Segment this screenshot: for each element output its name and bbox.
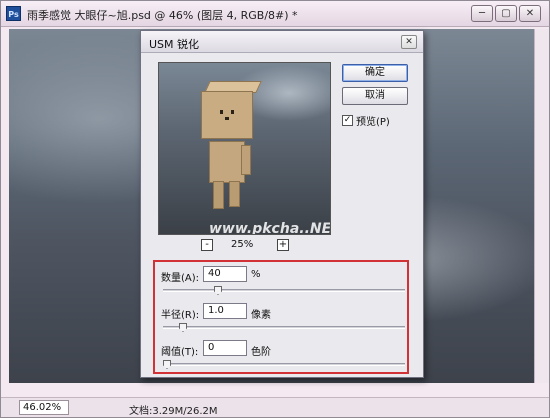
radius-label: 半径(R): xyxy=(161,310,200,321)
threshold-slider-thumb[interactable] xyxy=(163,360,171,369)
dialog-close-button[interactable]: ✕ xyxy=(401,35,417,49)
robot-leg-left xyxy=(213,181,224,209)
dialog-titlebar[interactable]: USM 锐化 ✕ xyxy=(141,31,423,53)
watermark-text: www.pkcha..NET xyxy=(209,221,331,235)
amount-unit: % xyxy=(251,269,261,280)
radius-slider-thumb[interactable] xyxy=(179,323,187,332)
preview-zoom-control: - 25% + xyxy=(201,239,291,253)
threshold-label: 阈值(T): xyxy=(161,347,199,358)
document-title: 雨季感觉 大眼仔~旭.psd @ 46% (图层 4, RGB/8#) * xyxy=(27,9,298,22)
vertical-scrollbar[interactable] xyxy=(534,29,549,383)
robot-leg-right xyxy=(229,181,240,207)
status-bar: 46.02% 文档:3.29M/26.2M xyxy=(1,397,549,417)
threshold-input[interactable]: 0 xyxy=(203,340,247,356)
cancel-button[interactable]: 取消 xyxy=(342,87,408,105)
photoshop-icon: Ps xyxy=(6,6,21,21)
zoom-out-button[interactable]: - xyxy=(201,239,213,251)
threshold-slider[interactable] xyxy=(163,360,405,369)
preview-zoom-level: 25% xyxy=(231,239,254,250)
restore-button[interactable]: ▢ xyxy=(495,5,517,22)
preview-checkbox-label: 预览(P) xyxy=(356,117,390,128)
amount-input[interactable]: 40 xyxy=(203,266,247,282)
filter-preview[interactable]: www.pkcha..NET xyxy=(158,62,331,235)
zoom-level-field[interactable]: 46.02% xyxy=(19,400,69,415)
sharpen-settings-group: 数量(A): 40 % 半径(R): 1.0 像素 阈值(T): 0 色阶 xyxy=(153,260,409,374)
radius-slider[interactable] xyxy=(163,323,405,332)
robot-face xyxy=(220,110,234,120)
preview-checkbox[interactable]: ✓ xyxy=(342,115,353,126)
unsharp-mask-dialog: USM 锐化 ✕ www.pkcha..NET - 25% + 确定 取消 ✓ … xyxy=(140,30,424,378)
window-controls: ─ ▢ ✕ xyxy=(471,5,541,22)
close-button[interactable]: ✕ xyxy=(519,5,541,22)
dialog-title: USM 锐化 xyxy=(149,38,200,51)
preview-checkbox-row[interactable]: ✓ 预览(P) xyxy=(342,113,390,128)
document-titlebar[interactable]: Ps 雨季感觉 大眼仔~旭.psd @ 46% (图层 4, RGB/8#) *… xyxy=(1,1,549,27)
zoom-in-button[interactable]: + xyxy=(277,239,289,251)
amount-slider[interactable] xyxy=(163,286,405,295)
document-size-info[interactable]: 文档:3.29M/26.2M xyxy=(129,402,218,417)
robot-arm xyxy=(241,145,251,175)
ok-button[interactable]: 确定 xyxy=(342,64,408,82)
amount-slider-thumb[interactable] xyxy=(214,286,222,295)
radius-unit: 像素 xyxy=(251,310,271,321)
radius-input[interactable]: 1.0 xyxy=(203,303,247,319)
robot-body xyxy=(209,141,245,183)
amount-label: 数量(A): xyxy=(161,273,200,284)
minimize-button[interactable]: ─ xyxy=(471,5,493,22)
threshold-unit: 色阶 xyxy=(251,347,271,358)
